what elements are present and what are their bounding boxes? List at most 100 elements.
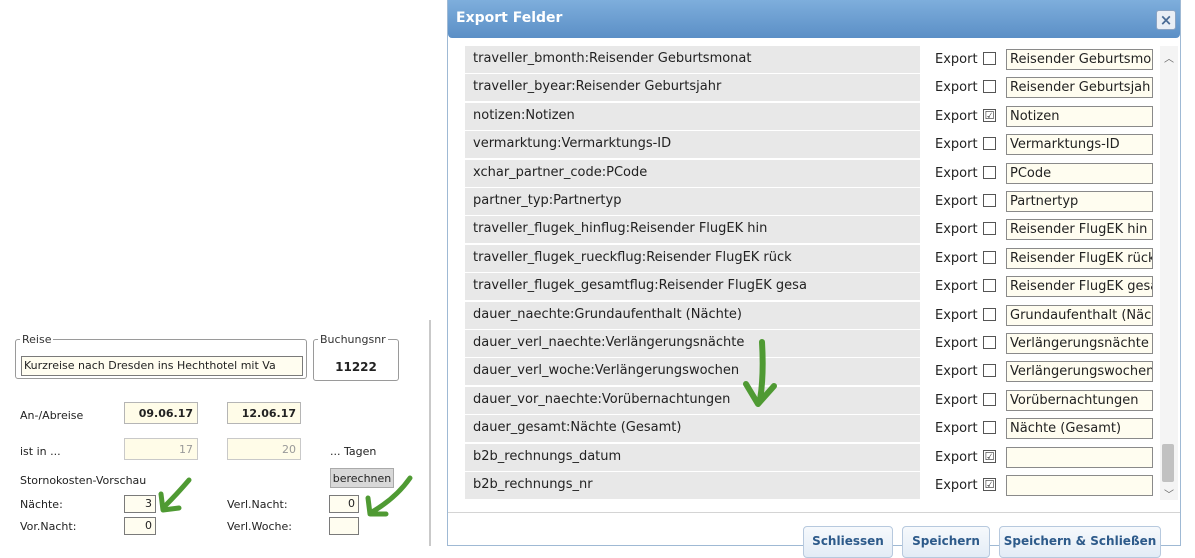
export-row: dauer_vor_naechte:Vorübernachtungen Expor… xyxy=(465,387,1162,415)
export-label-input[interactable]: Reisender Geburtsmo xyxy=(1006,49,1153,70)
chevron-up-icon[interactable]: ︿ xyxy=(1164,50,1174,65)
export-label-input[interactable]: Reisender FlugEK rück xyxy=(1006,248,1153,269)
export-row: xchar_partner_code:PCode Export PCode xyxy=(465,160,1162,188)
export-row: b2b_rechnungs_datum Export ☑ xyxy=(465,444,1162,472)
field-name: dauer_verl_naechte:Verlängerungsnächte xyxy=(465,330,920,357)
export-row: b2b_rechnungs_nr Export ☑ xyxy=(465,472,1162,500)
anreise-field[interactable]: 09.06.17 xyxy=(124,402,198,424)
field-name: xchar_partner_code:PCode xyxy=(465,160,920,187)
verl-nacht-label: Verl.Nacht: xyxy=(227,498,288,511)
export-label: Export xyxy=(935,364,978,379)
verl-woche-label: Verl.Woche: xyxy=(227,520,292,533)
annotation-arrow-icon xyxy=(158,477,192,513)
speichern-schliessen-button[interactable]: Speichern & Schließen xyxy=(999,526,1161,558)
ist-in-anreise-field: 17 xyxy=(124,438,198,460)
field-name: vermarktung:Vermarktungs-ID xyxy=(465,131,920,158)
export-checkbox[interactable] xyxy=(983,52,996,65)
export-checkbox[interactable]: ☑ xyxy=(983,109,996,122)
export-label-input[interactable]: Reisender FlugEK hin xyxy=(1006,219,1153,240)
annotation-arrow-icon xyxy=(743,339,777,407)
export-checkbox[interactable] xyxy=(983,194,996,207)
export-row: traveller_flugek_hinflug:Reisender FlugE… xyxy=(465,216,1162,244)
export-label: Export xyxy=(935,137,978,152)
export-label-input[interactable]: Verlängerungswochen xyxy=(1006,361,1153,382)
export-row: dauer_naechte:Grundaufenthalt (Nächte) Ex… xyxy=(465,302,1162,330)
export-row: vermarktung:Vermarktungs-ID Export Vermark… xyxy=(465,131,1162,159)
export-checkbox[interactable] xyxy=(983,279,996,292)
field-name: traveller_bmonth:Reisender Geburtsmonat xyxy=(465,46,920,73)
export-label-input[interactable]: Nächte (Gesamt) xyxy=(1006,418,1153,439)
export-checkbox[interactable] xyxy=(983,137,996,150)
field-name: traveller_byear:Reisender Geburtsjahr xyxy=(465,74,920,101)
booking-form: Reise Kurzreise nach Dresden ins Hechtho… xyxy=(0,0,431,546)
export-row: notizen:Notizen Export ☑ Notizen xyxy=(465,103,1162,131)
naechte-label: Nächte: xyxy=(20,498,63,511)
dialog-titlebar[interactable]: Export Felder × xyxy=(448,0,1180,38)
export-checkbox[interactable] xyxy=(983,308,996,321)
an-abreise-label: An-/Abreise xyxy=(20,409,84,422)
export-label-input[interactable]: Notizen xyxy=(1006,106,1153,127)
export-label-input[interactable]: Vermarktungs-ID xyxy=(1006,134,1153,155)
export-label: Export xyxy=(935,336,978,351)
buchungsnr-legend: Buchungsnr xyxy=(320,333,386,346)
export-checkbox[interactable] xyxy=(983,166,996,179)
export-row: traveller_flugek_gesamtflug:Reisender Fl… xyxy=(465,273,1162,301)
export-checkbox[interactable] xyxy=(983,80,996,93)
reise-input[interactable]: Kurzreise nach Dresden ins Hechthotel mi… xyxy=(21,356,303,376)
field-name: notizen:Notizen xyxy=(465,103,920,130)
chevron-down-icon[interactable]: ﹀ xyxy=(1164,486,1174,501)
ist-in-abreise-field: 20 xyxy=(227,438,301,460)
export-checkbox[interactable]: ☑ xyxy=(983,450,996,463)
export-checkbox[interactable] xyxy=(983,222,996,235)
export-row: traveller_flugek_rueckflug:Reisender Flu… xyxy=(465,245,1162,273)
export-checkbox[interactable] xyxy=(983,364,996,377)
annotation-arrow-icon xyxy=(365,475,413,517)
vertical-scrollbar[interactable]: ︿ ﹀ xyxy=(1160,46,1178,501)
naechte-field[interactable]: 3 xyxy=(124,495,156,513)
export-label-input[interactable]: Vorübernachtungen xyxy=(1006,390,1153,411)
field-name: traveller_flugek_rueckflug:Reisender Flu… xyxy=(465,245,920,272)
export-label-input[interactable]: Grundaufenthalt (Näc xyxy=(1006,305,1153,326)
export-checkbox[interactable] xyxy=(983,393,996,406)
abreise-field[interactable]: 12.06.17 xyxy=(227,402,301,424)
schliessen-button[interactable]: Schliessen xyxy=(803,526,893,558)
verl-woche-field[interactable] xyxy=(329,517,359,535)
field-name: dauer_naechte:Grundaufenthalt (Nächte) xyxy=(465,302,920,329)
vor-nacht-field[interactable]: 0 xyxy=(124,517,156,535)
export-label-input[interactable]: Verlängerungsnächte xyxy=(1006,333,1153,354)
export-label: Export xyxy=(935,478,978,493)
vor-nacht-label: Vor.Nacht: xyxy=(20,520,77,533)
export-label-input[interactable]: Reisender Geburtsjah xyxy=(1006,77,1153,98)
field-name: traveller_flugek_hinflug:Reisender FlugE… xyxy=(465,216,920,243)
export-checkbox[interactable] xyxy=(983,336,996,349)
reise-legend: Reise xyxy=(22,333,52,346)
footer-divider xyxy=(448,512,1180,513)
export-row: partner_typ:Partnertyp Export Partnertyp xyxy=(465,188,1162,216)
export-label-input[interactable]: PCode xyxy=(1006,163,1153,184)
export-label-input[interactable]: Reisender FlugEK gesa xyxy=(1006,276,1153,297)
export-row: traveller_byear:Reisender Geburtsjahr Exp… xyxy=(465,74,1162,102)
panel-divider xyxy=(429,320,431,546)
export-felder-dialog: Export Felder × traveller_bmonth:Reisend… xyxy=(447,0,1181,558)
close-icon[interactable]: × xyxy=(1156,10,1176,30)
verl-nacht-field[interactable]: 0 xyxy=(329,495,359,513)
scroll-thumb[interactable] xyxy=(1162,444,1174,482)
field-name: traveller_flugek_gesamtflug:Reisender Fl… xyxy=(465,273,920,300)
export-label-input[interactable] xyxy=(1006,475,1153,496)
speichern-button[interactable]: Speichern xyxy=(902,526,990,558)
export-label: Export xyxy=(935,450,978,465)
export-label-input[interactable] xyxy=(1006,447,1153,468)
export-label-input[interactable]: Partnertyp xyxy=(1006,191,1153,212)
storno-label: Stornokosten-Vorschau xyxy=(20,474,147,487)
export-row: dauer_verl_naechte:Verlängerungsnächte Ex… xyxy=(465,330,1162,358)
export-row: traveller_bmonth:Reisender Geburtsmonat E… xyxy=(465,46,1162,74)
export-checkbox[interactable] xyxy=(983,421,996,434)
buchungsnr-group: Buchungsnr 11222 xyxy=(313,333,399,381)
export-label: Export xyxy=(935,80,978,95)
export-checkbox[interactable] xyxy=(983,251,996,264)
export-label: Export xyxy=(935,222,978,237)
export-field-list: traveller_bmonth:Reisender Geburtsmonat E… xyxy=(465,46,1162,500)
dialog-title: Export Felder xyxy=(456,10,563,26)
field-name: b2b_rechnungs_datum xyxy=(465,444,920,471)
export-checkbox[interactable]: ☑ xyxy=(983,478,996,491)
